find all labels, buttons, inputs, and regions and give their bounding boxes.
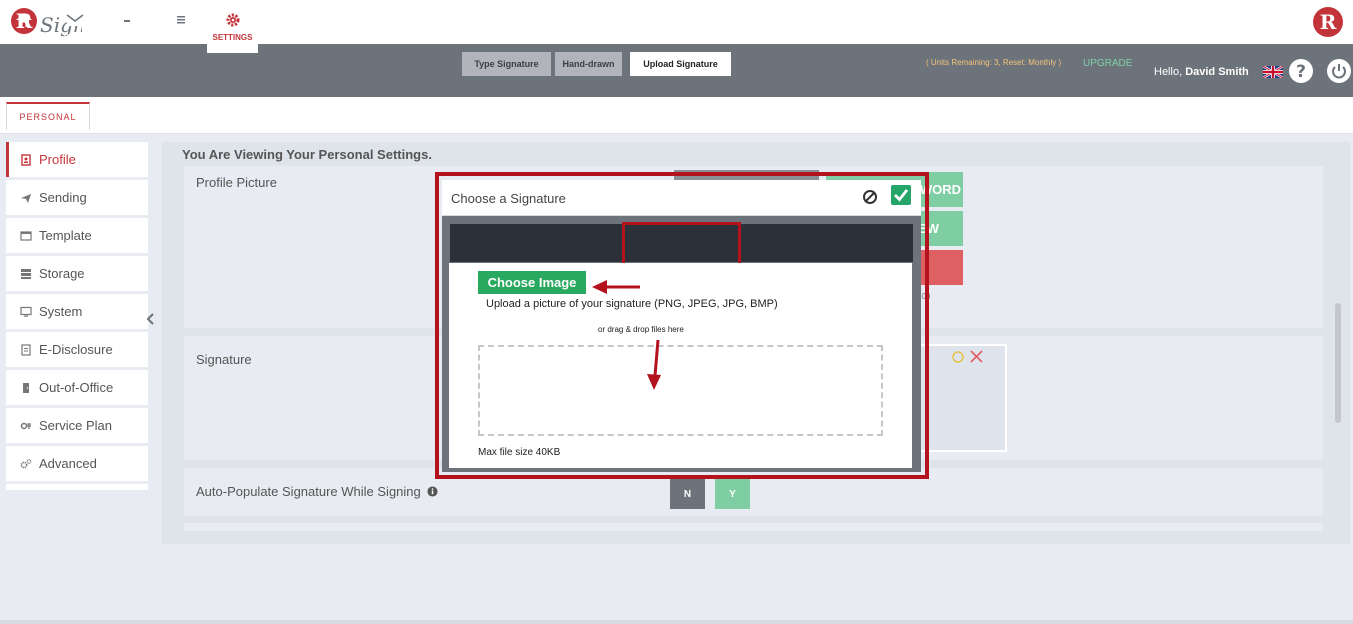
sidebar-item-label: E-Disclosure <box>39 342 113 357</box>
greeting-text: Hello, <box>1154 66 1183 78</box>
file-drop-zone[interactable] <box>478 345 883 436</box>
nav-envelopes[interactable]: ENVELOPES <box>101 0 153 53</box>
tab-highlight-frame <box>622 222 741 269</box>
rsign-badge-logo: R <box>1313 7 1343 37</box>
signature-preview-actions <box>952 350 983 363</box>
check-icon <box>894 189 909 202</box>
sidebar-footer <box>6 484 148 490</box>
send-icon <box>21 193 31 203</box>
nav-home[interactable]: HOME <box>6 0 42 53</box>
cancel-icon[interactable] <box>862 189 878 205</box>
nav-settings-label: SETTINGS <box>212 32 253 42</box>
nav-templates[interactable]: TEMPLATES <box>155 0 207 53</box>
profile-picture-label: Profile Picture <box>196 175 277 190</box>
signature-label: Signature <box>196 352 252 367</box>
info-icon[interactable] <box>427 486 438 497</box>
tab-type-signature[interactable]: Type Signature <box>462 52 551 76</box>
nav-send[interactable]: SEND <box>57 0 93 53</box>
envelopes-icon <box>120 13 134 27</box>
sidebar-item-storage[interactable]: Storage <box>6 256 148 291</box>
page-footer-strip <box>0 620 1353 624</box>
tab-hand-drawn[interactable]: Hand-drawn <box>555 52 622 76</box>
sidebar-item-service-plan[interactable]: Service Plan <box>6 408 148 443</box>
document-icon <box>21 343 31 356</box>
home-icon <box>16 12 32 27</box>
template-icon <box>20 230 32 241</box>
sidebar-item-profile[interactable]: Profile <box>6 142 148 177</box>
autopopulate-label: Auto-Populate Signature While Signing <box>196 484 438 499</box>
units-remaining: ( Units Remaining: 3, Reset: Monthly ) <box>926 58 1062 67</box>
sidebar-item-label: System <box>39 304 83 319</box>
autopopulate-label-text: Auto-Populate Signature While Signing <box>196 484 421 499</box>
page-title: You Are Viewing Your Personal Settings. <box>182 147 432 162</box>
choose-image-button[interactable]: Choose Image <box>478 271 586 294</box>
templates-icon <box>175 12 187 27</box>
upload-hint-text: Upload a picture of your signature (PNG,… <box>486 298 778 310</box>
mail-icon <box>66 13 84 26</box>
user-name: David Smith <box>1185 66 1249 78</box>
nav-settings[interactable]: SETTINGS <box>207 0 258 53</box>
max-file-size-text: Max file size 40KB <box>478 447 561 458</box>
sidebar-item-sending[interactable]: Sending <box>6 180 148 215</box>
sidebar-item-out-of-office[interactable]: Out-of-Office <box>6 370 148 405</box>
sidebar-item-template[interactable]: Template <box>6 218 148 253</box>
sidebar-item-label: Sending <box>39 190 87 205</box>
uk-flag-icon[interactable] <box>1263 66 1283 78</box>
storage-icon <box>21 268 31 279</box>
sidebar-item-label: Template <box>39 228 92 243</box>
nav-envelopes-label: ENVELOPES <box>102 32 152 42</box>
settings-sidebar: Profile Sending Template Storage System … <box>6 142 148 490</box>
sidebar-item-label: Profile <box>39 152 76 167</box>
sidebar-item-advanced[interactable]: Advanced <box>6 446 148 481</box>
tab-upload-signature[interactable]: Upload Signature <box>630 52 731 76</box>
drag-drop-text: or drag & drop files here <box>598 325 684 334</box>
plan-icon <box>20 422 31 429</box>
user-greeting[interactable]: Hello, David Smith <box>1154 66 1249 78</box>
sidebar-item-edisclosure[interactable]: E-Disclosure <box>6 332 148 367</box>
close-icon <box>970 350 983 363</box>
edit-icon <box>952 351 964 363</box>
gear-icon <box>226 13 239 26</box>
upgrade-link[interactable]: UPGRADE <box>1083 58 1132 69</box>
autopopulate-no-toggle[interactable]: N <box>670 479 705 509</box>
sidebar-item-label: Service Plan <box>39 418 112 433</box>
power-icon[interactable] <box>1326 58 1352 84</box>
help-icon[interactable]: ? <box>1288 58 1314 84</box>
dialog-header: Choose a Signature <box>442 180 921 216</box>
sidebar-item-label: Advanced <box>39 456 97 471</box>
next-card-edge <box>184 523 1323 531</box>
sidebar-item-label: Out-of-Office <box>39 380 114 395</box>
nav-send-label: SEND <box>63 32 87 42</box>
svg-text:?: ? <box>1296 62 1306 82</box>
profile-icon <box>21 153 31 166</box>
tab-personal[interactable]: PERSONAL <box>6 102 90 131</box>
autopopulate-yes-toggle[interactable]: Y <box>715 479 750 509</box>
main-scrollbar[interactable] <box>1335 303 1341 423</box>
sidebar-item-label: Storage <box>39 266 85 281</box>
dialog-title: Choose a Signature <box>451 191 566 206</box>
confirm-button[interactable] <box>891 185 911 205</box>
nav-home-label: HOME <box>12 32 36 42</box>
sidebar-item-system[interactable]: System <box>6 294 148 329</box>
svg-text:R: R <box>1320 10 1337 34</box>
gears-icon <box>20 458 32 468</box>
chevron-left-icon[interactable] <box>145 312 157 326</box>
nav-templates-label: TEMPLATES <box>157 32 205 42</box>
door-icon <box>23 382 29 393</box>
settings-subtabs: PERSONAL <box>0 97 1353 134</box>
monitor-icon <box>20 306 32 317</box>
